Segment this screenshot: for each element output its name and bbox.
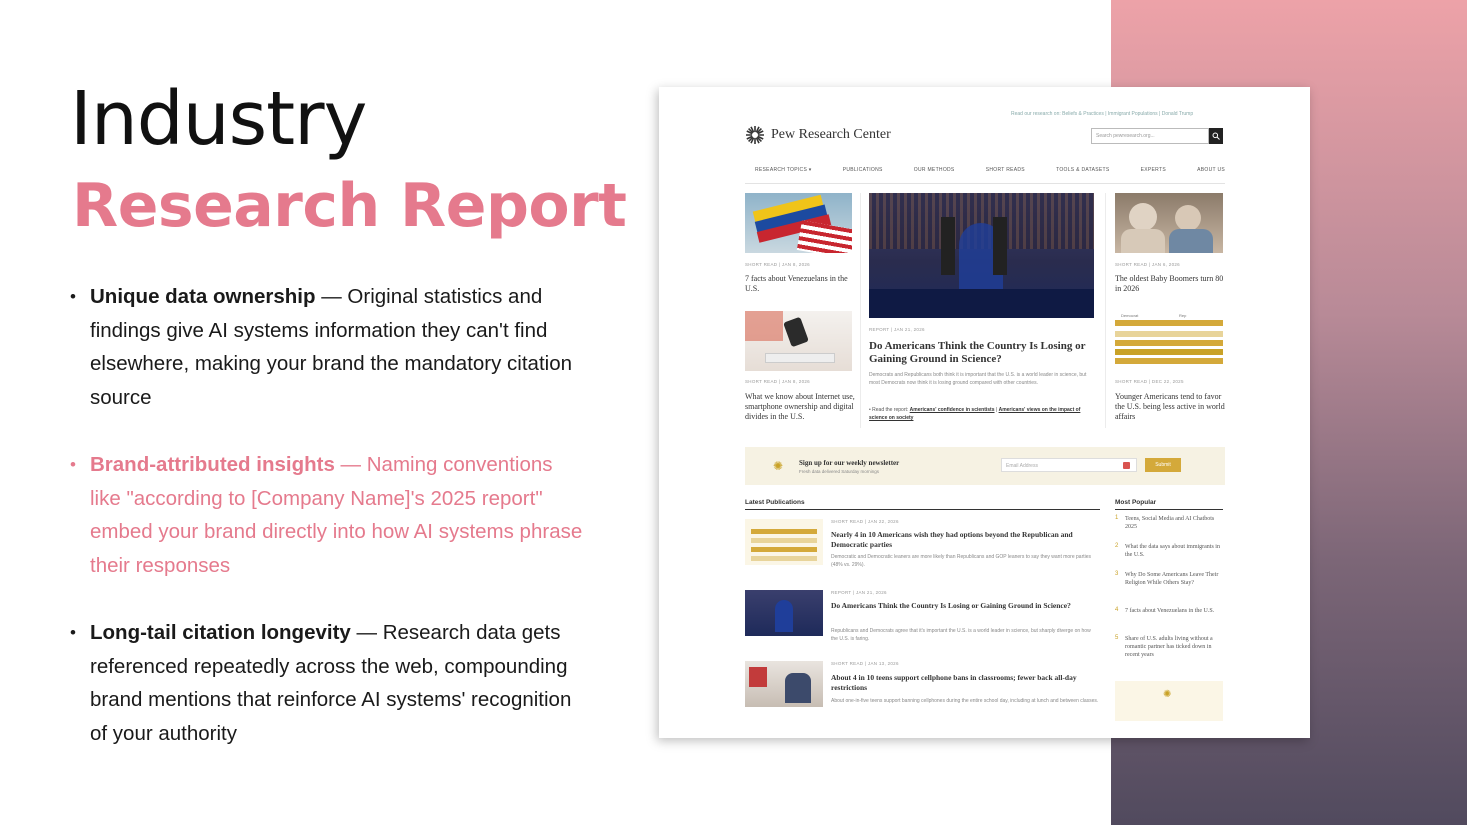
column-divider <box>1105 193 1106 428</box>
popular-promo-box[interactable]: ✺ <box>1115 681 1223 721</box>
venezuela-flag-photo[interactable] <box>745 193 852 253</box>
feature-headline[interactable]: Do Americans Think the Country Is Losing… <box>869 340 1099 366</box>
stacked-bar-chart[interactable]: Democrat Rep <box>1115 311 1223 371</box>
section-underline <box>745 509 1100 510</box>
feature-read-links: • Read the report: Americans' confidence… <box>869 407 1081 421</box>
popular-item[interactable]: Why Do Some Americans Leave Their Religi… <box>1125 571 1221 587</box>
search-placeholder: Search pewresearch.org... <box>1096 133 1155 139</box>
nav-divider <box>745 183 1225 184</box>
latest-kicker: SHORT READ | JAN 22, 2026 <box>831 519 899 524</box>
logo-text: Pew Research Center <box>771 127 891 142</box>
feature-link-1[interactable]: Americans' confidence in scientists <box>910 407 995 413</box>
column-divider <box>860 193 861 428</box>
article-headline[interactable]: Younger Americans tend to favor the U.S.… <box>1115 392 1225 422</box>
bullet-brand-attributed: Brand-attributed insights — Naming conve… <box>68 448 588 582</box>
nav-publications[interactable]: PUBLICATIONS <box>843 167 883 173</box>
mail-icon <box>1123 462 1130 469</box>
popular-item[interactable]: 7 facts about Venezuelans in the U.S. <box>1125 607 1221 615</box>
latest-kicker: SHORT READ | JAN 13, 2026 <box>831 661 899 666</box>
latest-summary: About one-in-five teens support banning … <box>831 698 1099 704</box>
popular-item[interactable]: Teens, Social Media and AI Chatbots 2025 <box>1125 515 1221 531</box>
bullet-list: Unique data ownership — Original statist… <box>68 280 588 784</box>
older-couple-photo[interactable] <box>1115 193 1223 253</box>
newsletter-title: Sign up for our weekly newsletter <box>799 459 900 467</box>
article-headline[interactable]: What we know about Internet use, smartph… <box>745 392 855 422</box>
chart-label: Rep <box>1179 313 1187 318</box>
title-line-1: Industry <box>70 76 367 162</box>
top-links[interactable]: Read our research on: Beliefs & Practice… <box>1011 111 1193 117</box>
chart-label: Democrat <box>1121 313 1139 318</box>
nav-tools-datasets[interactable]: TOOLS & DATASETS <box>1056 167 1109 173</box>
bullet-data-ownership: Unique data ownership — Original statist… <box>68 280 588 414</box>
bullet-bold: Long-tail citation longevity <box>90 621 351 644</box>
title-line-2: Research Report <box>72 171 627 241</box>
latest-summary: Republicans and Democrats agree that it'… <box>831 628 1091 642</box>
bullet-citation-longevity: Long-tail citation longevity — Research … <box>68 616 588 750</box>
popular-item[interactable]: Share of U.S. adults living without a ro… <box>1125 635 1221 659</box>
sun-icon: ✺ <box>1163 689 1172 700</box>
nav-short-reads[interactable]: SHORT READS <box>986 167 1025 173</box>
bullet-bold: Brand-attributed insights <box>90 453 335 476</box>
chart-bar <box>1115 358 1223 364</box>
latest-headline[interactable]: Nearly 4 in 10 Americans wish they had o… <box>831 530 1099 550</box>
article-kicker: SHORT READ | JAN 8, 2026 <box>745 262 810 267</box>
feature-summary: Democrats and Republicans both think it … <box>869 372 1087 386</box>
article-headline[interactable]: 7 facts about Venezuelans in the U.S. <box>745 274 855 294</box>
feature-kicker: REPORT | JAN 21, 2026 <box>869 327 925 332</box>
chart-bar <box>1115 331 1223 337</box>
chart-bar <box>1115 349 1223 355</box>
popular-rank: 4 <box>1115 607 1119 613</box>
chart-bar <box>1115 340 1223 346</box>
most-popular-title: Most Popular <box>1115 499 1157 506</box>
nav-about-us[interactable]: ABOUT US <box>1197 167 1225 173</box>
chart-bar <box>1115 320 1223 326</box>
latest-ceremony-thumb[interactable] <box>745 590 823 636</box>
newsletter-subtitle: Fresh data delivered Saturday mornings <box>799 469 880 474</box>
newsletter-icon: ✺ <box>773 459 784 473</box>
article-kicker: SHORT READ | JAN 6, 2026 <box>1115 262 1180 267</box>
bullet-bold: Unique data ownership <box>90 285 316 308</box>
newsletter-submit-button[interactable]: Submit <box>1145 458 1181 472</box>
latest-chart-thumb[interactable] <box>745 519 823 565</box>
latest-headline[interactable]: Do Americans Think the Country Is Losing… <box>831 601 1099 611</box>
popular-rank: 2 <box>1115 543 1119 549</box>
nav-our-methods[interactable]: OUR METHODS <box>914 167 955 173</box>
pew-logo-icon <box>746 126 764 144</box>
popular-rank: 5 <box>1115 635 1119 641</box>
popular-rank: 1 <box>1115 515 1119 521</box>
latest-headline[interactable]: About 4 in 10 teens support cellphone ba… <box>831 673 1099 693</box>
nav-research-topics[interactable]: RESEARCH TOPICS ▾ <box>755 167 812 173</box>
site-search-input[interactable]: Search pewresearch.org... <box>1091 128 1209 144</box>
article-headline[interactable]: The oldest Baby Boomers turn 80 in 2026 <box>1115 274 1225 294</box>
site-logo[interactable]: Pew Research Center <box>745 125 891 145</box>
popular-item[interactable]: What the data says about immigrants in t… <box>1125 543 1221 559</box>
email-placeholder: Email Address <box>1006 463 1038 469</box>
latest-summary: Democratic and Democratic leaners are mo… <box>831 554 1092 568</box>
search-button[interactable] <box>1209 128 1223 144</box>
latest-publications-title: Latest Publications <box>745 499 805 506</box>
website-screenshot: Read our research on: Beliefs & Practice… <box>659 87 1310 738</box>
newsletter-email-input[interactable]: Email Address <box>1001 458 1137 472</box>
read-prefix: Read the report: <box>872 407 909 413</box>
article-kicker: SHORT READ | DEC 22, 2025 <box>1115 379 1184 384</box>
article-kicker: SHORT READ | JAN 8, 2026 <box>745 379 810 384</box>
router-phone-photo[interactable] <box>745 311 852 371</box>
popular-rank: 3 <box>1115 571 1119 577</box>
latest-classroom-thumb[interactable] <box>745 661 823 707</box>
section-underline <box>1115 509 1223 510</box>
latest-kicker: REPORT | JAN 21, 2026 <box>831 590 887 595</box>
nav-experts[interactable]: EXPERTS <box>1141 167 1166 173</box>
search-icon <box>1212 132 1220 140</box>
site-nav: RESEARCH TOPICS ▾ PUBLICATIONS OUR METHO… <box>755 167 1225 173</box>
feature-ceremony-photo[interactable] <box>869 193 1094 318</box>
newsletter-banner: ✺ Sign up for our weekly newsletter Fres… <box>745 447 1225 485</box>
